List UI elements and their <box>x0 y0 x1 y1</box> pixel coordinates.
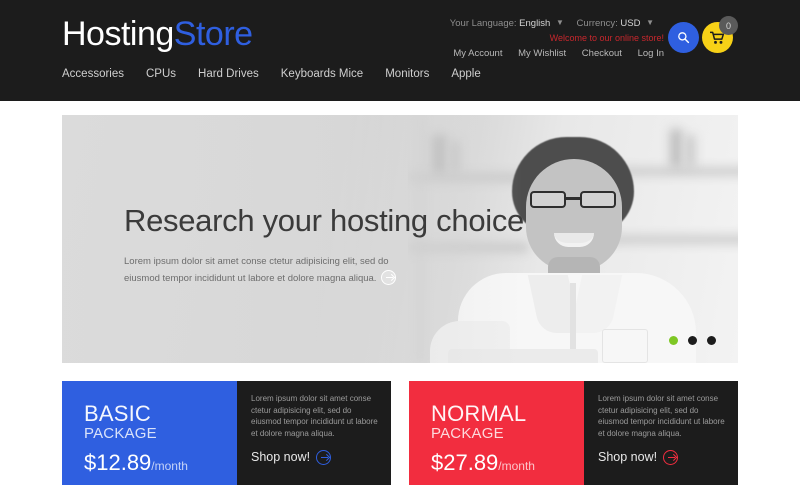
search-button[interactable] <box>668 22 699 53</box>
nav-item-hard-drives[interactable]: Hard Drives <box>198 68 270 80</box>
currency-value[interactable]: USD <box>620 18 640 29</box>
link-my-wishlist[interactable]: My Wishlist <box>518 48 566 59</box>
logo-part-secondary: Store <box>173 15 253 53</box>
site-logo[interactable]: HostingStore <box>62 17 253 51</box>
page-root: HostingStore Your Language: English ▼ Cu… <box>0 0 800 500</box>
nav-item-monitors[interactable]: Monitors <box>385 68 440 80</box>
arrow-right-circle-icon[interactable] <box>381 270 397 285</box>
hero-description-block: Lorem ipsum dolor sit amet conse ctetur … <box>124 254 424 287</box>
package-price-basic: $12.89/month <box>84 450 237 476</box>
package-name-basic: BASIC <box>84 401 152 426</box>
hero-title: Research your hosting choice <box>124 203 524 238</box>
search-icon <box>678 32 690 44</box>
carousel-dot-2[interactable] <box>688 336 697 345</box>
package-description-normal: Lorem ipsum dolor sit amet conse ctetur … <box>598 394 725 438</box>
glasses-icon <box>528 191 620 208</box>
header-utilities: Your Language: English ▼ Currency: USD ▼… <box>344 18 664 59</box>
carousel-dot-3[interactable] <box>707 336 716 345</box>
nav-item-accessories[interactable]: Accessories <box>62 68 135 80</box>
shop-now-label-normal: Shop now! <box>598 450 658 464</box>
package-price-period-basic: /month <box>151 459 188 473</box>
shop-now-normal[interactable]: Shop now! <box>598 450 730 465</box>
hero-text-overlay <box>62 115 522 363</box>
arrow-right-circle-icon[interactable] <box>316 450 332 465</box>
cart-widget[interactable]: 0 <box>702 16 748 62</box>
welcome-message: Welcome to our online store! <box>549 33 664 43</box>
shop-now-label-basic: Shop now! <box>251 450 311 464</box>
package-list: BASIC PACKAGE $12.89/month Lorem ipsum d… <box>62 381 738 485</box>
nav-item-cpus[interactable]: CPUs <box>146 68 187 80</box>
hero-banner: Research your hosting choice Lorem ipsum… <box>62 115 738 363</box>
package-price-amount-basic: $12.89 <box>84 450 152 475</box>
package-card-basic[interactable]: BASIC PACKAGE $12.89/month Lorem ipsum d… <box>62 381 391 485</box>
package-info-panel-basic: Lorem ipsum dolor sit amet conse ctetur … <box>237 381 391 485</box>
package-price-period-normal: /month <box>498 459 535 473</box>
package-price-panel-basic: BASIC PACKAGE $12.89/month <box>62 381 237 485</box>
package-info-panel-normal: Lorem ipsum dolor sit amet conse ctetur … <box>584 381 738 485</box>
package-price-panel-normal: NORMAL PACKAGE $27.89/month <box>409 381 584 485</box>
arrow-right-circle-icon[interactable] <box>663 450 679 465</box>
site-header: HostingStore Your Language: English ▼ Cu… <box>0 0 800 101</box>
hero-carousel-dots <box>669 336 716 345</box>
chevron-down-icon[interactable]: ▼ <box>646 18 654 27</box>
language-label: Your Language: <box>449 18 517 29</box>
nav-item-keyboards-mice[interactable]: Keyboards Mice <box>281 68 374 80</box>
chevron-down-icon[interactable]: ▼ <box>556 18 564 27</box>
package-subtitle-normal: PACKAGE <box>431 425 504 442</box>
shop-now-basic[interactable]: Shop now! <box>251 450 383 465</box>
carousel-dot-1[interactable] <box>669 336 678 345</box>
package-price-normal: $27.89/month <box>431 450 584 476</box>
package-price-amount-normal: $27.89 <box>431 450 499 475</box>
link-log-in[interactable]: Log In <box>638 48 664 59</box>
nav-item-apple[interactable]: Apple <box>451 68 480 80</box>
package-subtitle-basic: PACKAGE <box>84 425 157 442</box>
cart-count-badge: 0 <box>719 16 738 35</box>
currency-label: Currency: <box>576 18 618 29</box>
locale-selectors: Your Language: English ▼ Currency: USD ▼ <box>344 18 664 29</box>
package-description-basic: Lorem ipsum dolor sit amet conse ctetur … <box>251 394 378 438</box>
package-card-normal[interactable]: NORMAL PACKAGE $27.89/month Lorem ipsum … <box>409 381 738 485</box>
package-name-normal: NORMAL <box>431 401 527 426</box>
link-my-account[interactable]: My Account <box>453 48 502 59</box>
account-links: My Account My Wishlist Checkout Log In <box>344 48 664 59</box>
hero-description: Lorem ipsum dolor sit amet conse ctetur … <box>124 256 389 284</box>
main-navigation: Accessories CPUs Hard Drives Keyboards M… <box>62 68 481 80</box>
logo-part-primary: Hosting <box>62 15 174 53</box>
language-value[interactable]: English <box>519 18 550 29</box>
link-checkout[interactable]: Checkout <box>582 48 622 59</box>
